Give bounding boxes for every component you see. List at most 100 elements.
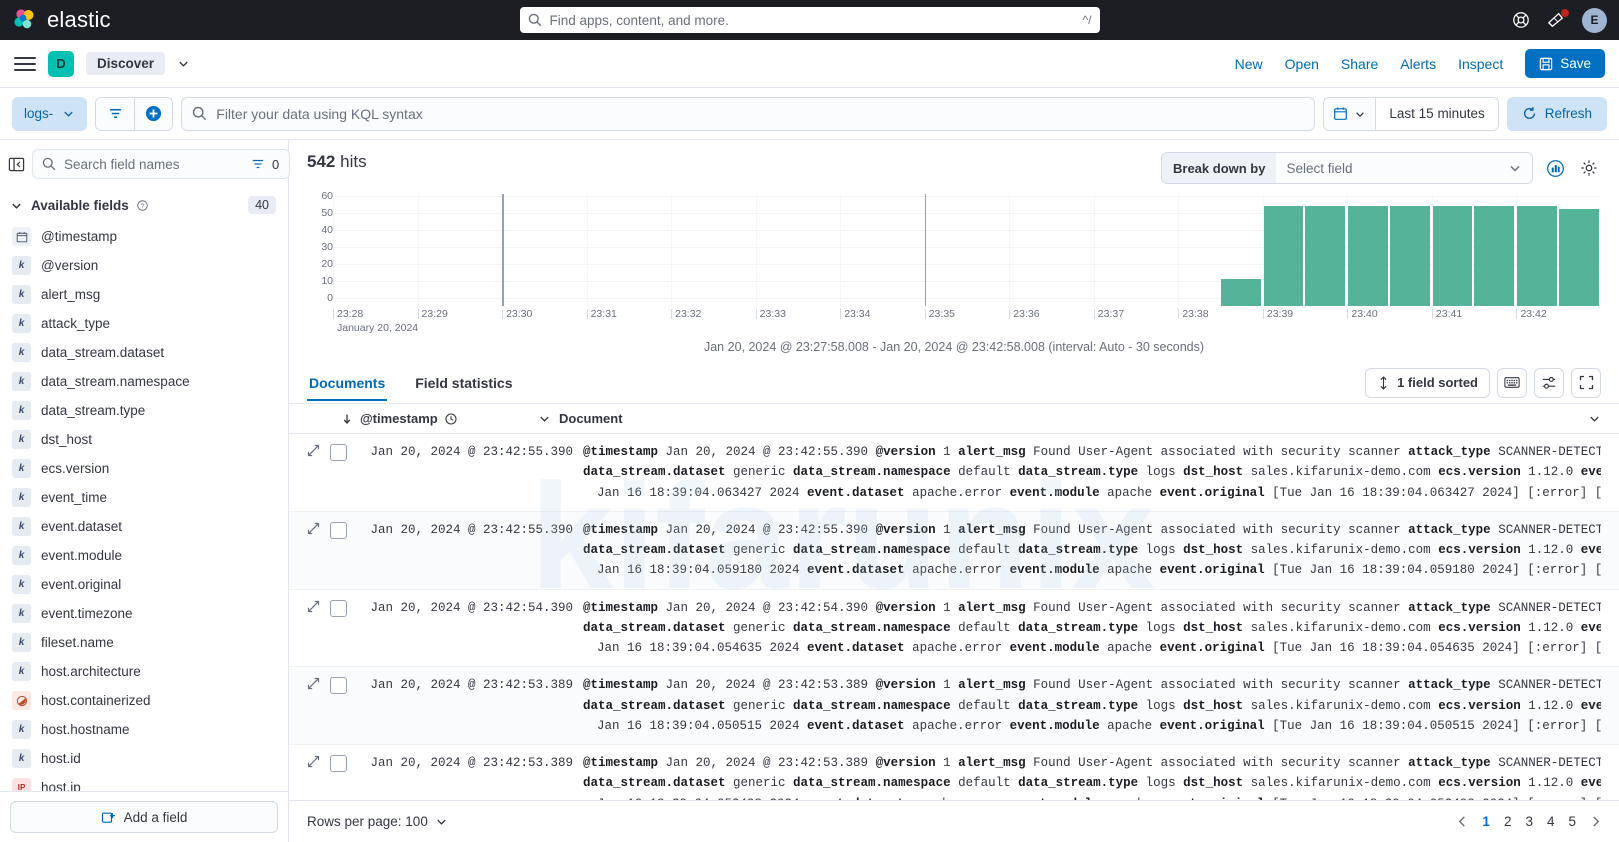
field-item-event-dataset[interactable]: k event.dataset xyxy=(0,512,288,541)
field-item-ecs-version[interactable]: k ecs.version xyxy=(0,454,288,483)
nav-alerts[interactable]: Alerts xyxy=(1400,56,1436,72)
chart-bar[interactable] xyxy=(1431,206,1473,306)
question-circle-icon[interactable]: ? xyxy=(137,199,148,211)
filter-options-button[interactable] xyxy=(96,97,135,130)
field-type-filter[interactable]: 0 xyxy=(249,157,285,172)
table-row[interactable]: Jan 20, 2024 @ 23:42:53.389 @timestamp Ja… xyxy=(289,745,1619,800)
pagination-prev[interactable] xyxy=(1457,815,1468,828)
refresh-button[interactable]: Refresh xyxy=(1506,96,1607,131)
collapse-sidebar-icon[interactable] xyxy=(8,153,25,175)
column-menu-document-icon[interactable] xyxy=(1588,412,1601,425)
pagination-page-2[interactable]: 2 xyxy=(1504,814,1512,829)
chart-plot-area[interactable] xyxy=(333,194,1601,306)
nav-share[interactable]: Share xyxy=(1341,56,1378,72)
nav-new[interactable]: New xyxy=(1235,56,1263,72)
date-range-value[interactable]: Last 15 minutes xyxy=(1376,97,1498,130)
expand-document-icon[interactable] xyxy=(307,755,320,768)
breakdown-field-select[interactable]: Select field xyxy=(1276,153,1532,183)
tab-documents[interactable]: Documents xyxy=(307,375,388,401)
chart-bar[interactable] xyxy=(1558,209,1599,306)
nav-inspect[interactable]: Inspect xyxy=(1458,56,1503,72)
field-search[interactable]: 0 xyxy=(32,149,291,179)
table-row[interactable]: Jan 20, 2024 @ 23:42:54.390 @timestamp Ja… xyxy=(289,590,1619,668)
nav-open[interactable]: Open xyxy=(1285,56,1319,72)
date-quick-select-button[interactable] xyxy=(1324,97,1377,130)
row-checkbox[interactable] xyxy=(330,599,347,617)
pagination-page-3[interactable]: 3 xyxy=(1525,814,1533,829)
column-header-document[interactable]: Document xyxy=(559,411,623,426)
pagination-page-1[interactable]: 1 xyxy=(1482,814,1490,829)
pagination-page-5[interactable]: 5 xyxy=(1568,814,1576,829)
field-item-host-hostname[interactable]: k host.hostname xyxy=(0,715,288,744)
save-button[interactable]: Save xyxy=(1525,49,1605,78)
data-view-picker[interactable]: logs- xyxy=(12,96,88,131)
gear-icon[interactable] xyxy=(1577,156,1601,180)
table-row[interactable]: Jan 20, 2024 @ 23:42:55.390 @timestamp Ja… xyxy=(289,434,1619,512)
chart-bar[interactable] xyxy=(1474,206,1515,306)
chart-bar[interactable] xyxy=(1305,206,1346,306)
expand-document-icon[interactable] xyxy=(307,600,320,613)
chart-bar[interactable] xyxy=(1516,206,1557,306)
field-item--version[interactable]: k @version xyxy=(0,251,288,280)
expand-document-icon[interactable] xyxy=(307,677,320,690)
sort-fields-button[interactable]: 1 field sorted xyxy=(1365,367,1490,398)
field-item-alert_msg[interactable]: k alert_msg xyxy=(0,280,288,309)
add-filter-button[interactable] xyxy=(134,97,173,130)
pagination-next[interactable] xyxy=(1590,815,1601,828)
global-search-input[interactable] xyxy=(549,12,1075,28)
announcements-icon[interactable] xyxy=(1546,9,1569,29)
field-item--timestamp[interactable]: @timestamp xyxy=(0,222,288,251)
field-item-event-original[interactable]: k event.original xyxy=(0,570,288,599)
field-item-host-architecture[interactable]: k host.architecture xyxy=(0,657,288,686)
help-icon[interactable] xyxy=(1512,11,1530,29)
menu-icon[interactable] xyxy=(14,56,36,71)
kql-query-bar[interactable] xyxy=(181,96,1316,131)
field-item-host-ip[interactable]: IP host.ip xyxy=(0,773,288,791)
histogram-chart[interactable]: 60 50 40 30 20 10 0 xyxy=(307,190,1601,306)
field-item-event-timezone[interactable]: k event.timezone xyxy=(0,599,288,628)
field-item-host-id[interactable]: k host.id xyxy=(0,744,288,773)
y-axis-tick: 10 xyxy=(321,275,333,287)
keyboard-icon[interactable] xyxy=(1497,367,1527,398)
app-badge[interactable]: D xyxy=(48,50,74,77)
field-item-data_stream-dataset[interactable]: k data_stream.dataset xyxy=(0,338,288,367)
table-row[interactable]: Jan 20, 2024 @ 23:42:55.390 @timestamp Ja… xyxy=(289,511,1619,590)
column-header-timestamp[interactable]: @timestamp xyxy=(341,411,551,426)
clock-icon xyxy=(445,412,457,425)
row-checkbox[interactable] xyxy=(330,755,347,772)
field-item-host-containerized[interactable]: host.containerized xyxy=(0,686,288,715)
breadcrumb[interactable]: Discover xyxy=(86,52,166,75)
fullscreen-icon[interactable] xyxy=(1571,367,1601,398)
avatar[interactable]: E xyxy=(1582,7,1607,33)
kql-input[interactable] xyxy=(216,105,1305,122)
field-item-event_time[interactable]: k event_time xyxy=(0,483,288,512)
field-item-data_stream-type[interactable]: k data_stream.type xyxy=(0,396,288,425)
pagination-page-4[interactable]: 4 xyxy=(1547,814,1555,829)
elastic-logo[interactable]: elastic xyxy=(12,7,111,33)
row-checkbox[interactable] xyxy=(330,521,347,539)
global-search[interactable]: ^/ xyxy=(519,7,1100,33)
chart-bar[interactable] xyxy=(1220,279,1261,306)
field-search-input[interactable] xyxy=(64,156,241,172)
field-item-attack_type[interactable]: k attack_type xyxy=(0,309,288,338)
field-item-dst_host[interactable]: k dst_host xyxy=(0,425,288,454)
tab-field-statistics[interactable]: Field statistics xyxy=(413,375,514,401)
add-field-button[interactable]: Add a field xyxy=(10,801,278,833)
chevron-down-icon[interactable] xyxy=(177,57,190,70)
row-checkbox[interactable] xyxy=(330,677,347,695)
column-menu-timestamp-icon[interactable] xyxy=(538,412,551,425)
table-row[interactable]: Jan 20, 2024 @ 23:42:53.389 @timestamp Ja… xyxy=(289,667,1619,745)
available-fields-header[interactable]: Available fields ? 40 xyxy=(0,186,288,222)
display-options-icon[interactable] xyxy=(1534,367,1564,398)
field-item-fileset-name[interactable]: k fileset.name xyxy=(0,628,288,657)
chart-bar[interactable] xyxy=(1389,206,1430,306)
chart-bar[interactable] xyxy=(1262,206,1304,306)
field-item-data_stream-namespace[interactable]: k data_stream.namespace xyxy=(0,367,288,396)
expand-document-icon[interactable] xyxy=(307,522,320,535)
expand-document-icon[interactable] xyxy=(307,444,320,457)
rows-per-page-selector[interactable]: Rows per page: 100 xyxy=(307,814,448,829)
row-checkbox[interactable] xyxy=(330,444,347,461)
chart-options-icon[interactable] xyxy=(1543,156,1567,180)
field-item-event-module[interactable]: k event.module xyxy=(0,541,288,570)
chart-bar[interactable] xyxy=(1347,206,1388,306)
